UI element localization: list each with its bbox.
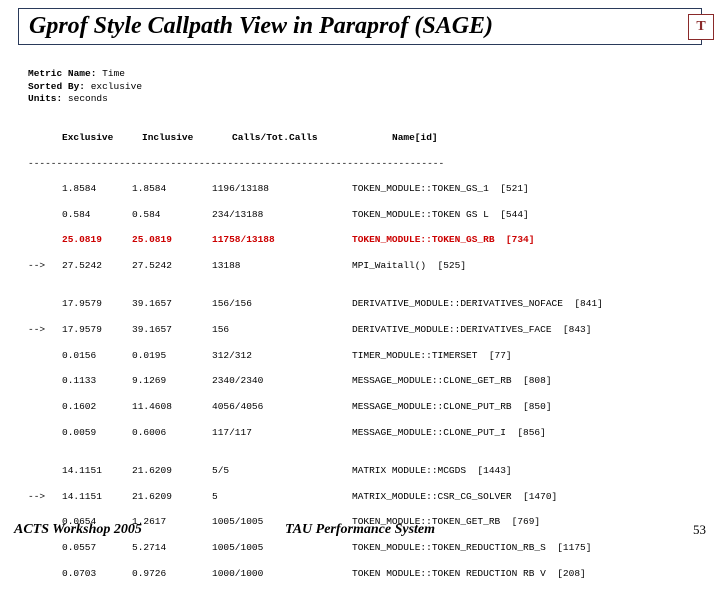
slide-title-box: Gprof Style Callpath View in Paraprof (S…	[18, 8, 702, 45]
profile-row: 0.07030.97261000/1000TOKEN MODULE::TOKEN…	[28, 568, 692, 581]
tau-logo: T	[688, 14, 714, 40]
profile-row: 0.5840.584234/13188TOKEN_MODULE::TOKEN G…	[28, 209, 692, 222]
profile-row: 0.05575.27141005/1005TOKEN_MODULE::TOKEN…	[28, 542, 692, 555]
profile-row: 0.160211.46084056/4056MESSAGE_MODULE::CL…	[28, 401, 692, 414]
slide-title: Gprof Style Callpath View in Paraprof (S…	[29, 13, 691, 40]
profile-row: -->14.115121.62095MATRIX_MODULE::CSR_CG_…	[28, 491, 692, 504]
metadata-block: Metric Name: Time Sorted By: exclusive U…	[28, 68, 692, 106]
footer: ACTS Workshop 2005 TAU Performance Syste…	[0, 522, 720, 538]
column-headers: ExclusiveInclusiveCalls/Tot.CallsName[id…	[28, 132, 692, 145]
profile-row: 17.957939.1657156/156DERIVATIVE_MODULE::…	[28, 298, 692, 311]
divider: ----------------------------------------…	[28, 158, 692, 171]
profile-row: 25.081925.081911758/13188TOKEN_MODULE::T…	[28, 234, 692, 247]
profile-row: -->27.524227.524213188MPI_Waitall() [525…	[28, 260, 692, 273]
footer-center: TAU Performance System	[0, 522, 720, 538]
profile-row: 14.115121.62095/5MATRIX MODULE::MCGDS [1…	[28, 465, 692, 478]
profile-row: 0.00590.6006117/117MESSAGE_MODULE::CLONE…	[28, 427, 692, 440]
profile-row: 0.01560.0195312/312TIMER_MODULE::TIMERSE…	[28, 350, 692, 363]
profile-row: 1.85841.85841196/13188TOKEN_MODULE::TOKE…	[28, 183, 692, 196]
profile-row: 0.11339.12692340/2340MESSAGE_MODULE::CLO…	[28, 375, 692, 388]
profile-row: -->17.957939.1657156DERIVATIVE_MODULE::D…	[28, 324, 692, 337]
